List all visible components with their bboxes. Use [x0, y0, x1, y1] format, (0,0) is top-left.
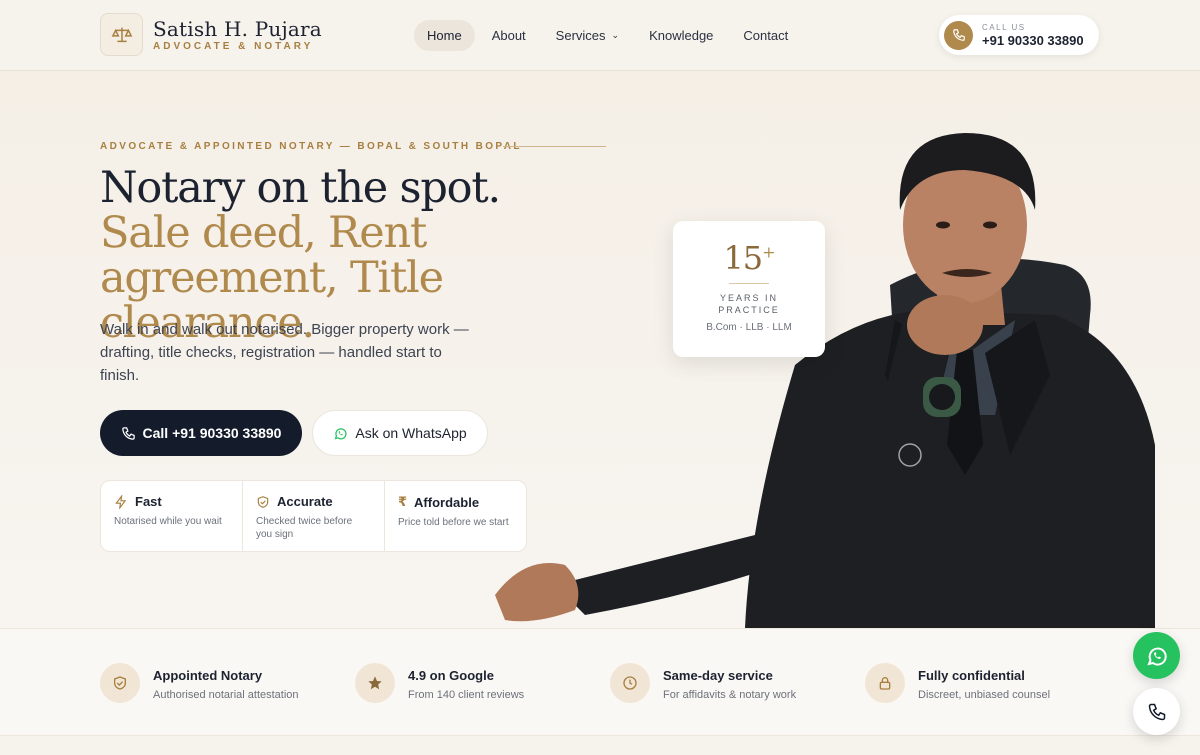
lightning-icon: [115, 494, 127, 509]
phone-icon: [944, 20, 973, 50]
rupee-icon: ₹: [398, 494, 408, 509]
call-cta-label: Call +91 90330 33890: [142, 425, 282, 441]
trust-desc: Authorised notarial attestation: [153, 689, 299, 701]
call-number: +91 90330 33890: [982, 33, 1084, 48]
nav-home[interactable]: Home: [414, 19, 475, 51]
feature-accurate: Accurate Checked twice before you sign: [243, 481, 385, 551]
feature-cards: Fast Notarised while you wait Accurate C…: [100, 480, 527, 552]
trust-title: 4.9 on Google: [408, 668, 494, 683]
card-divider: [729, 283, 769, 284]
phone-icon: [121, 426, 135, 440]
degrees: B.Com · LLB · LLM: [706, 322, 792, 333]
lock-icon: [865, 663, 905, 703]
floating-call-button[interactable]: [1133, 688, 1180, 735]
call-us-label: CALL US: [982, 23, 1026, 32]
logo[interactable]: [100, 13, 143, 56]
nav-home-label: Home: [427, 27, 462, 43]
experience-card: 15+ YEARS IN PRACTICE B.Com · LLB · LLM: [673, 221, 825, 357]
trust-desc: Discreet, unbiased counsel: [918, 689, 1051, 701]
nav-knowledge[interactable]: Knowledge: [636, 20, 726, 51]
whatsapp-icon: [334, 427, 347, 439]
header-call-button[interactable]: CALL US +91 90330 33890: [939, 15, 1099, 55]
trust-item-confidential: Fully confidential Discreet, unbiased co…: [865, 663, 1050, 703]
floating-whatsapp-button[interactable]: [1133, 632, 1180, 679]
shield-check-icon: [257, 495, 269, 508]
whatsapp-cta-button[interactable]: Ask on WhatsApp: [312, 410, 488, 456]
hero-lede: Walk in and walk out notarised. Bigger p…: [100, 321, 469, 384]
years-plus: +: [762, 242, 775, 262]
hero-eyebrow: ADVOCATE & APPOINTED NOTARY — BOPAL & SO…: [100, 141, 522, 152]
trust-item-notary: Appointed Notary Authorised notarial att…: [100, 663, 299, 703]
trust-title: Fully confidential: [918, 668, 1025, 683]
whatsapp-cta-label: Ask on WhatsApp: [355, 425, 467, 441]
nav-about[interactable]: About: [479, 20, 539, 51]
trust-item-google: 4.9 on Google From 140 client reviews: [355, 663, 524, 703]
trust-title: Appointed Notary: [153, 668, 263, 683]
feature-title: Accurate: [277, 494, 333, 509]
call-cta-button[interactable]: Call +91 90330 33890: [100, 410, 302, 456]
years-value: 15: [723, 239, 763, 277]
feature-fast: Fast Notarised while you wait: [101, 481, 243, 551]
whatsapp-icon: [1146, 647, 1167, 666]
feature-desc: Notarised while you wait: [114, 516, 222, 527]
nav-services[interactable]: Services ⌄: [543, 20, 632, 51]
years-label-2: PRACTICE: [718, 305, 780, 315]
feature-title: Fast: [135, 494, 162, 509]
chevron-down-icon: ⌄: [611, 29, 620, 40]
next-section-edge: [0, 736, 1200, 755]
trust-desc: From 140 client reviews: [408, 689, 525, 701]
shield-icon: [100, 663, 140, 703]
years-label-1: YEARS IN: [719, 293, 778, 303]
trust-desc: For affidavits & notary work: [663, 689, 797, 701]
clock-icon: [610, 663, 650, 703]
star-icon: [355, 663, 395, 703]
nav-contact-label: Contact: [743, 27, 789, 43]
site-header: Satish H. Pujara ADVOCATE & NOTARY Home …: [0, 0, 1200, 71]
phone-icon: [1148, 703, 1165, 720]
advocate-portrait: [495, 133, 1155, 628]
feature-desc: Checked twice before you sign: [256, 516, 353, 540]
trust-strip: Appointed Notary Authorised notarial att…: [0, 628, 1200, 736]
nav-contact[interactable]: Contact: [730, 20, 801, 51]
nav-about-label: About: [491, 27, 526, 43]
nav-knowledge-label: Knowledge: [649, 27, 714, 43]
main-nav: Home About Services ⌄ Knowledge Contact: [414, 19, 805, 51]
brand-tagline: ADVOCATE & NOTARY: [153, 41, 314, 52]
trust-item-sameday: Same-day service For affidavits & notary…: [610, 663, 796, 703]
nav-services-label: Services: [555, 27, 606, 43]
brand-name[interactable]: Satish H. Pujara: [153, 17, 322, 41]
feature-title: Affordable: [414, 494, 480, 510]
years-number: 15+: [673, 239, 825, 277]
scales-icon: [111, 27, 132, 42]
trust-title: Same-day service: [663, 668, 773, 683]
